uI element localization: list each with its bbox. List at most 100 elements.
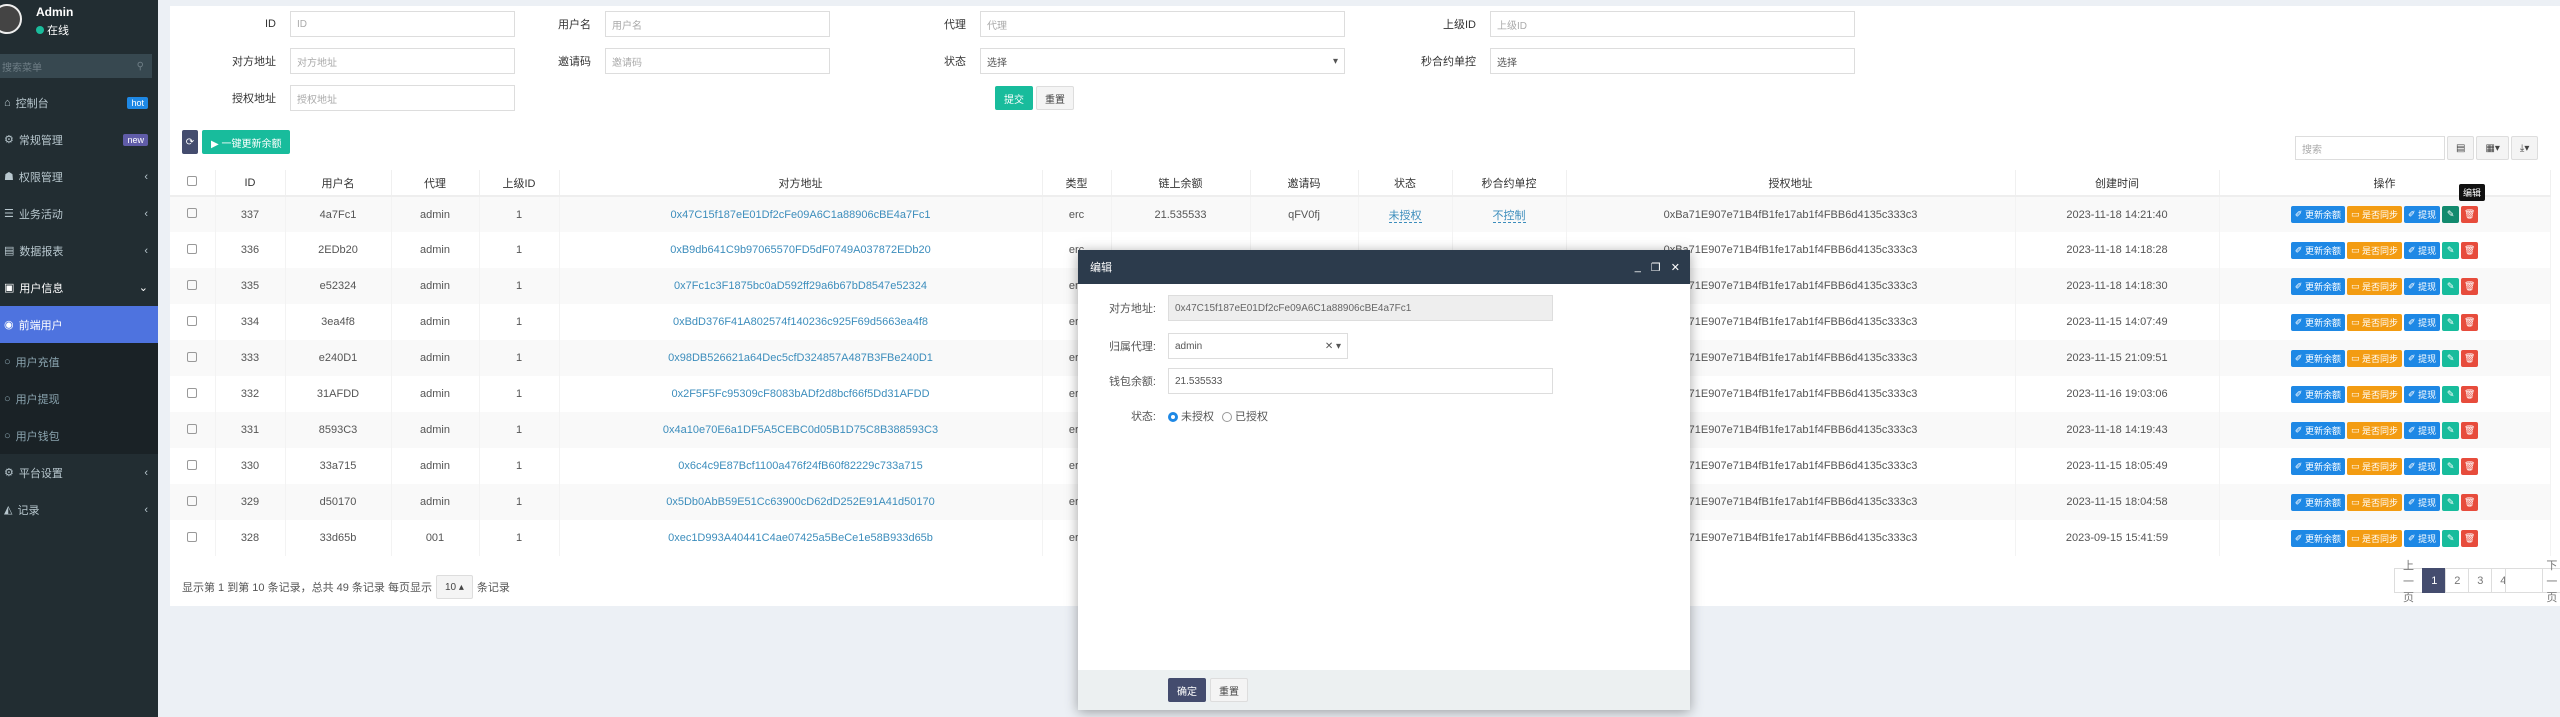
submit-button[interactable]: 提交 xyxy=(995,86,1033,110)
filter-parent-id-input[interactable]: 上级ID xyxy=(1490,11,1855,37)
sidebar-item-7[interactable]: ○ 用户充值 xyxy=(0,343,158,380)
filter-address-input[interactable]: 对方地址 xyxy=(290,48,515,74)
edit-button[interactable]: ✎ xyxy=(2442,313,2460,331)
filter-username-input[interactable]: 用户名 xyxy=(605,11,830,37)
delete-button[interactable]: 🗑 xyxy=(2461,277,2479,295)
close-icon[interactable]: ✕ xyxy=(1671,261,1680,274)
withdraw-button[interactable]: ✐ 提现 xyxy=(2404,349,2441,367)
sync-button[interactable]: ▭ 是否同步 xyxy=(2346,529,2403,547)
maximize-icon[interactable]: ❐ xyxy=(1651,261,1661,274)
sync-button[interactable]: ▭ 是否同步 xyxy=(2346,421,2403,439)
update-balance-button[interactable]: ✐ 更新余额 xyxy=(2290,206,2345,223)
address-text[interactable]: 0x98DB526621a64Dec5cfD324857A487B3FBe240… xyxy=(668,352,933,364)
row-checkbox[interactable] xyxy=(170,520,216,556)
column-header-1[interactable]: 用户名 xyxy=(285,170,392,197)
sidebar-item-9[interactable]: ○ 用户钱包 xyxy=(0,417,158,454)
status-radio-authorized[interactable]: 已授权 xyxy=(1222,408,1268,424)
delete-button[interactable]: 🗑 xyxy=(2461,241,2479,259)
edit-button[interactable]: ✎ xyxy=(2442,206,2460,223)
page-link-1[interactable]: 1 xyxy=(2422,568,2447,593)
edit-button[interactable]: ✎ xyxy=(2442,349,2460,367)
update-balance-button[interactable]: ✐ 更新余额 xyxy=(2290,493,2345,511)
row-checkbox[interactable] xyxy=(170,376,216,412)
address-text[interactable]: 0x6c4c9E87Bcf1100a476f24fB60f82229c733a7… xyxy=(678,460,922,472)
address-text[interactable]: 0xB9db641C9b97065570FD5dF0749A037872EDb2… xyxy=(670,244,931,256)
update-balance-button[interactable]: ✐ 更新余额 xyxy=(2290,421,2345,439)
row-checkbox[interactable] xyxy=(170,412,216,448)
withdraw-button[interactable]: ✐ 提现 xyxy=(2404,313,2441,331)
row-checkbox[interactable] xyxy=(170,232,216,268)
balance-input[interactable]: 21.535533 xyxy=(1168,368,1553,394)
sidebar-item-4[interactable]: ▤ 数据报表 ‹ xyxy=(0,232,158,269)
address-text[interactable]: 0x7Fc1c3F1875bc0aD592ff29a6b67bD8547e523… xyxy=(674,280,927,292)
column-header-8[interactable]: 状态 xyxy=(1358,170,1453,197)
withdraw-button[interactable]: ✐ 提现 xyxy=(2404,206,2441,223)
withdraw-button[interactable]: ✐ 提现 xyxy=(2404,277,2441,295)
sidebar-item-5[interactable]: ▣ 用户信息 ⌄ xyxy=(0,269,158,306)
filter-status-select[interactable]: 选择 ▾ xyxy=(980,48,1345,74)
toggle-view-button[interactable]: ▤ xyxy=(2447,136,2475,160)
edit-button[interactable]: ✎ xyxy=(2442,421,2460,439)
withdraw-button[interactable]: ✐ 提现 xyxy=(2404,529,2441,547)
row-checkbox[interactable] xyxy=(170,268,216,304)
filter-auth-input[interactable]: 授权地址 xyxy=(290,85,515,111)
delete-button[interactable]: 🗑 xyxy=(2461,493,2479,511)
update-all-balance-button[interactable]: ▶ 一键更新余额 xyxy=(202,130,291,154)
sidebar-item-2[interactable]: ☗ 权限管理 ‹ xyxy=(0,158,158,195)
update-balance-button[interactable]: ✐ 更新余额 xyxy=(2290,277,2345,295)
sidebar-item-1[interactable]: ⚙ 常规管理 new xyxy=(0,121,158,158)
address-text[interactable]: 0x4a10e70E6a1DF5A5CEBC0d05B1D75C8B388593… xyxy=(663,424,938,436)
status-text[interactable]: 未授权 xyxy=(1388,209,1422,223)
page-size-select[interactable]: 10 ▴ xyxy=(435,575,473,599)
row-checkbox[interactable] xyxy=(170,340,216,376)
column-header-12[interactable]: 操作 xyxy=(2219,170,2551,197)
column-header-4[interactable]: 对方地址 xyxy=(559,170,1043,197)
withdraw-button[interactable]: ✐ 提现 xyxy=(2404,457,2441,475)
filter-contract-select[interactable]: 选择 xyxy=(1490,48,1855,74)
sidebar-item-11[interactable]: ◭ 记录 ‹ xyxy=(0,491,158,528)
update-balance-button[interactable]: ✐ 更新余额 xyxy=(2290,529,2345,547)
modal-reset-button[interactable]: 重置 xyxy=(1210,678,1248,702)
edit-button[interactable]: ✎ xyxy=(2442,241,2460,259)
sync-button[interactable]: ▭ 是否同步 xyxy=(2346,206,2403,223)
withdraw-button[interactable]: ✐ 提现 xyxy=(2404,385,2441,403)
sync-button[interactable]: ▭ 是否同步 xyxy=(2346,493,2403,511)
sync-button[interactable]: ▭ 是否同步 xyxy=(2346,277,2403,295)
row-checkbox[interactable] xyxy=(170,304,216,340)
column-header-3[interactable]: 上级ID xyxy=(479,170,560,197)
update-balance-button[interactable]: ✐ 更新余额 xyxy=(2290,385,2345,403)
column-header-7[interactable]: 邀请码 xyxy=(1250,170,1359,197)
refresh-button[interactable]: ⟳ xyxy=(182,130,198,154)
sidebar-item-6[interactable]: ◉ 前端用户 xyxy=(0,306,158,343)
delete-button[interactable]: 🗑 xyxy=(2461,313,2479,331)
filter-agent-input[interactable]: 代理 xyxy=(980,11,1345,37)
page-link-2[interactable]: 2 xyxy=(2445,568,2470,593)
column-header-0[interactable]: ID xyxy=(215,170,286,197)
page-link-3[interactable]: 3 xyxy=(2468,568,2493,593)
filter-invite-input[interactable]: 邀请码 xyxy=(605,48,830,74)
column-header-6[interactable]: 链上余额 xyxy=(1111,170,1251,197)
edit-button[interactable]: ✎ xyxy=(2442,493,2460,511)
menu-search-input[interactable]: 搜索菜单 ⚲ xyxy=(0,54,152,78)
address-text[interactable]: 0xBdD376F41A802574f140236c925F69d5663ea4… xyxy=(673,316,928,328)
filter-id-input[interactable]: ID xyxy=(290,11,515,37)
sync-button[interactable]: ▭ 是否同步 xyxy=(2346,313,2403,331)
sidebar-item-8[interactable]: ○ 用户提现 xyxy=(0,380,158,417)
export-button[interactable]: ⤓▾ xyxy=(2510,136,2539,160)
sync-button[interactable]: ▭ 是否同步 xyxy=(2346,385,2403,403)
column-header-5[interactable]: 类型 xyxy=(1042,170,1112,197)
page-link-0[interactable]: 上一页 xyxy=(2394,560,2424,604)
address-text[interactable]: 0xec1D993A40441C4ae07425a5BeCe1e58B933d6… xyxy=(668,532,933,544)
withdraw-button[interactable]: ✐ 提现 xyxy=(2404,421,2441,439)
delete-button[interactable]: 🗑 xyxy=(2461,206,2479,223)
sync-button[interactable]: ▭ 是否同步 xyxy=(2346,457,2403,475)
edit-button[interactable]: ✎ xyxy=(2442,457,2460,475)
agent-select[interactable]: admin ✕ ▾ xyxy=(1168,333,1348,359)
sidebar-item-0[interactable]: ⌂ 控制台 hot xyxy=(0,84,158,121)
clear-caret-icon[interactable]: ✕ ▾ xyxy=(1325,341,1341,352)
reset-button[interactable]: 重置 xyxy=(1036,86,1074,110)
column-header-11[interactable]: 创建时间 xyxy=(2015,170,2220,197)
update-balance-button[interactable]: ✐ 更新余额 xyxy=(2290,241,2345,259)
columns-button[interactable]: ▦▾ xyxy=(2476,136,2509,160)
update-balance-button[interactable]: ✐ 更新余额 xyxy=(2290,349,2345,367)
